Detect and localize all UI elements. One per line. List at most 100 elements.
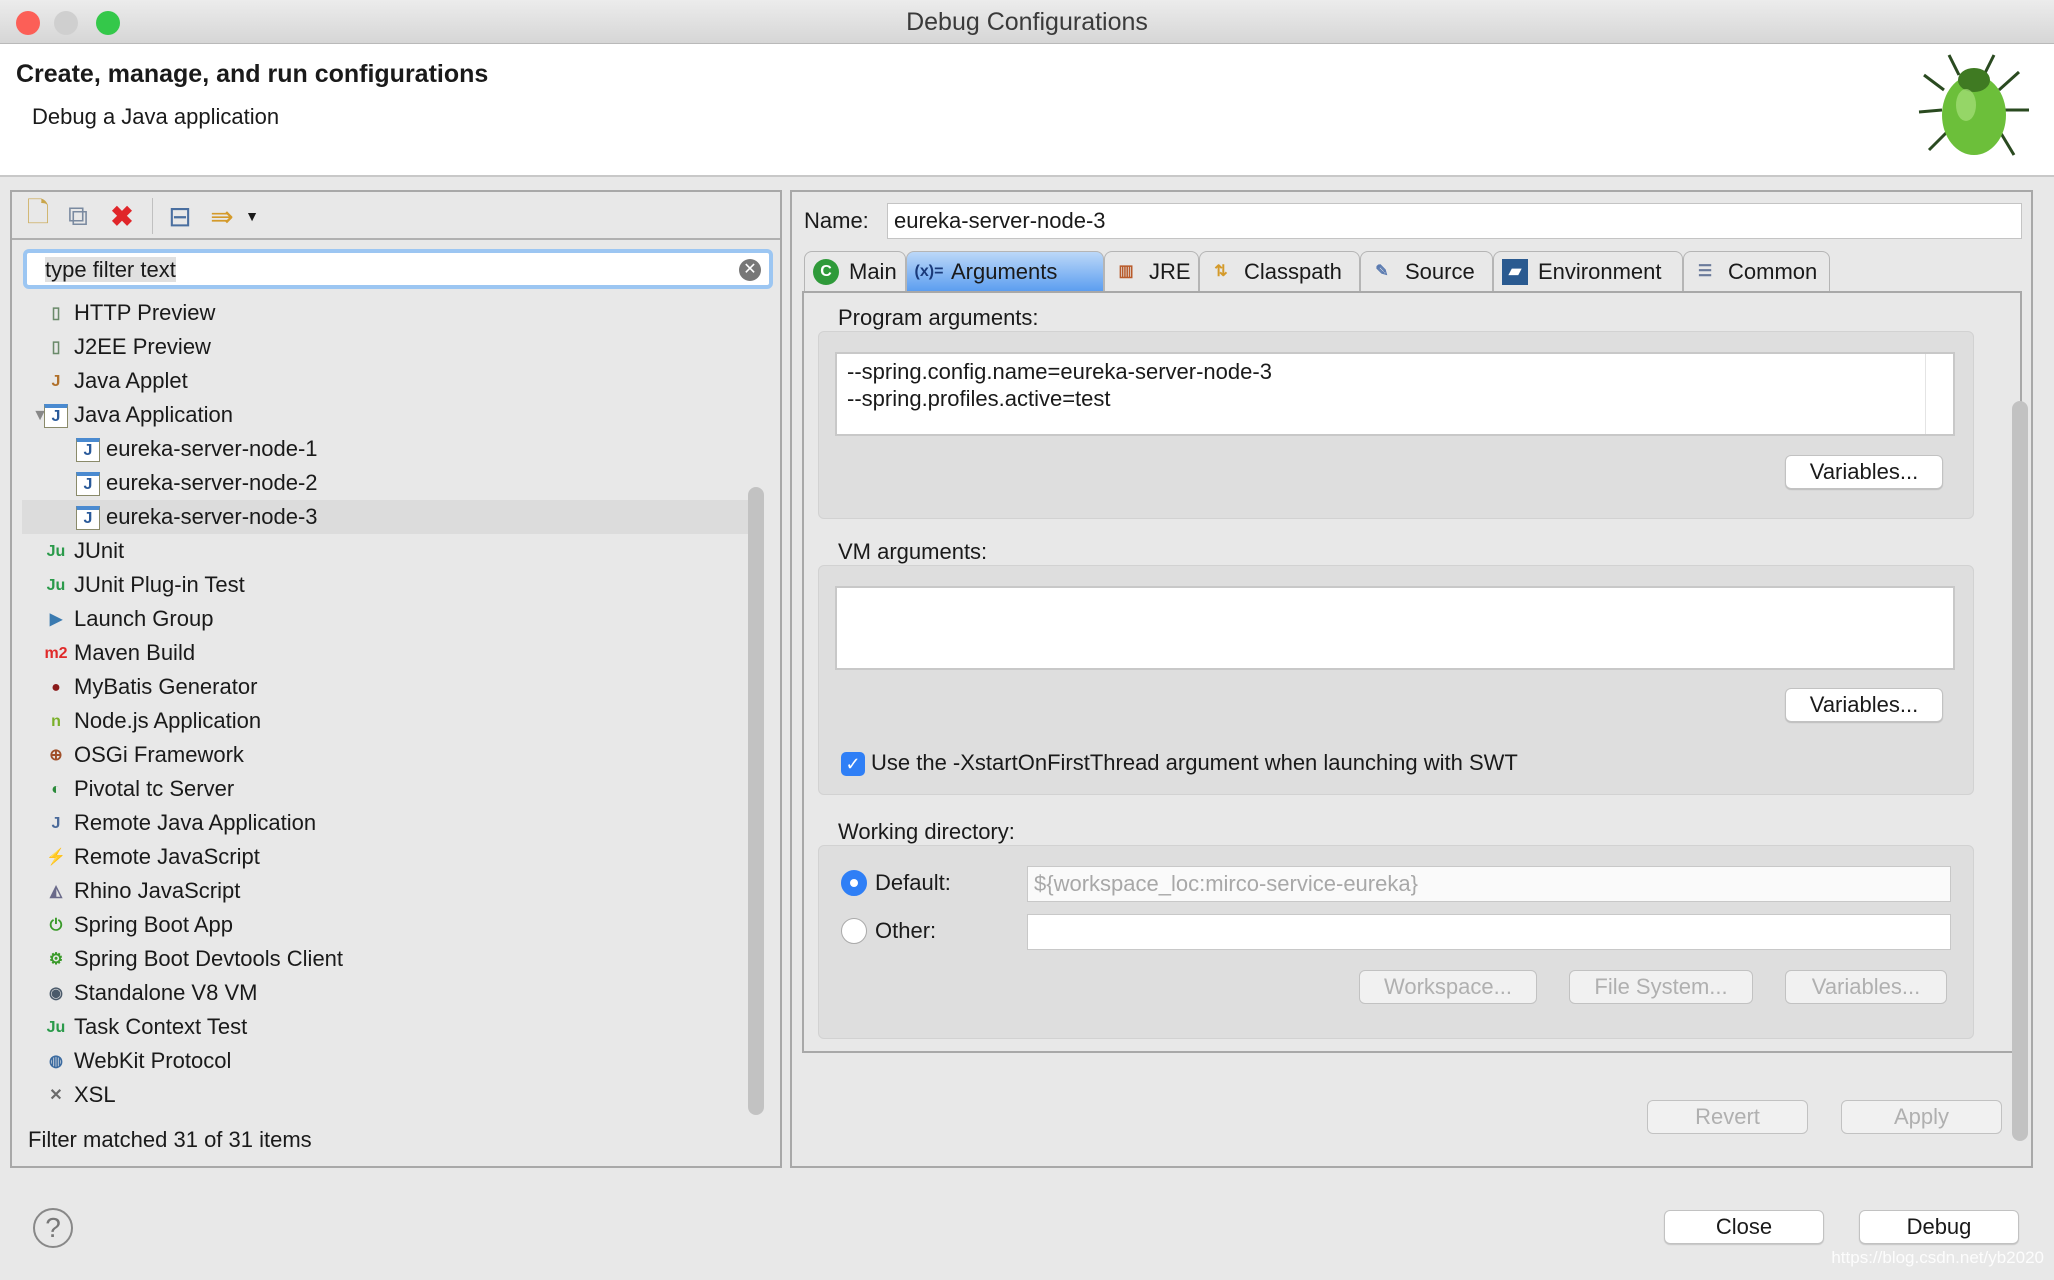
tree-item[interactable]: ▯ HTTP Preview (22, 296, 752, 330)
pivotal-icon: ◐ (51, 781, 61, 798)
filter-input[interactable]: type filter text ✕ (23, 249, 773, 289)
other-directory-input[interactable] (1027, 914, 1951, 950)
revert-button[interactable]: Revert (1647, 1100, 1808, 1134)
default-radio[interactable] (841, 870, 867, 896)
tab-jre[interactable]: ▥ JRE (1104, 251, 1199, 291)
tree-item-label: MyBatis Generator (74, 674, 258, 699)
tree-item-label: Java Application (74, 402, 233, 427)
tab-label: Environment (1538, 259, 1662, 284)
tree-item[interactable]: J Remote Java Application (22, 806, 752, 840)
tree-item-label: XSL (74, 1082, 116, 1107)
new-configuration-icon[interactable]: 🗋 (22, 197, 54, 232)
zoom-window-button[interactable] (96, 11, 120, 35)
tab-environment[interactable]: ▰ Environment (1493, 251, 1683, 291)
tree-item[interactable]: ⏻ Spring Boot App (22, 908, 752, 942)
other-radio[interactable] (841, 918, 867, 944)
tree-item[interactable]: ● MyBatis Generator (22, 670, 752, 704)
tree-item-label: Node.js Application (74, 708, 262, 733)
dialog-header: Create, manage, and run configurations D… (0, 44, 2054, 177)
program-variables-button[interactable]: Variables... (1785, 455, 1943, 489)
xstart-checkbox[interactable]: ✓ (841, 752, 865, 776)
program-arguments-textarea[interactable]: --spring.config.name=eureka-server-node-… (835, 352, 1955, 436)
tree-item-label: Launch Group (74, 606, 214, 631)
tree-item-label: eureka-server-node-2 (106, 470, 318, 495)
help-icon[interactable]: ? (33, 1208, 73, 1248)
tree-item[interactable]: ◭ Rhino JavaScript (22, 874, 752, 908)
content-scrollbar[interactable] (2012, 401, 2028, 1141)
workspace-button[interactable]: Workspace... (1359, 970, 1537, 1004)
tab-common[interactable]: ☰ Common (1683, 251, 1830, 291)
name-label: Name: (804, 208, 869, 233)
program-argument-line: --spring.config.name=eureka-server-node-… (847, 359, 1272, 384)
tree-item[interactable]: Ju JUnit (22, 534, 752, 568)
tree-item-label: WebKit Protocol (74, 1048, 232, 1073)
main-icon: C (813, 259, 839, 285)
tree-item[interactable]: Jeureka-server-node-1 (22, 432, 752, 466)
minimize-window-button[interactable] (54, 11, 78, 35)
tree-item[interactable]: ◉ Standalone V8 VM (22, 976, 752, 1010)
java-app-icon: J (76, 472, 100, 496)
tree-item-label: Standalone V8 VM (74, 980, 258, 1005)
program-arguments-label: Program arguments: (838, 305, 1039, 330)
tree-item[interactable]: ▼ J Java Application (22, 398, 752, 432)
tab-label: Arguments (951, 259, 1058, 284)
tab-main[interactable]: C Main (804, 251, 906, 291)
tree-item-label: eureka-server-node-1 (106, 436, 318, 461)
vm-variables-button[interactable]: Variables... (1785, 688, 1943, 722)
list-toolbar: 🗋 ⧉ ✖ ⊟ ⇛ ▼ (12, 192, 780, 240)
vm-arguments-label: VM arguments: (838, 539, 988, 564)
toolbar-divider (152, 198, 153, 234)
working-directory-label: Working directory: (838, 819, 1015, 844)
tree-item[interactable]: ◍ WebKit Protocol (22, 1044, 752, 1078)
tab-label: JRE (1149, 259, 1191, 284)
apply-button[interactable]: Apply (1841, 1100, 2002, 1134)
duplicate-icon[interactable]: ⧉ (62, 200, 94, 232)
tree-item[interactable]: Jeureka-server-node-2 (22, 466, 752, 500)
tree-item[interactable]: ▯ J2EE Preview (22, 330, 752, 364)
tab-label: Classpath (1244, 259, 1342, 284)
launch-group-icon: ▶ (49, 611, 63, 628)
tab-arguments[interactable]: (x)= Arguments (906, 251, 1104, 291)
filter-icon[interactable]: ⇛ (206, 200, 238, 232)
tree-scrollbar[interactable] (748, 487, 764, 1115)
file-system-button[interactable]: File System... (1569, 970, 1753, 1004)
tab-classpath[interactable]: ⇅ Classpath (1199, 251, 1360, 291)
spring-boot-icon: ⏻ (49, 917, 63, 934)
tree-item[interactable]: ⊕ OSGi Framework (22, 738, 752, 772)
filter-dropdown-chevron-icon[interactable]: ▼ (236, 200, 268, 232)
tree-item-label: Spring Boot App (74, 912, 234, 937)
collapse-all-icon[interactable]: ⊟ (164, 200, 196, 232)
debug-button[interactable]: Debug (1859, 1210, 2019, 1244)
tree-item[interactable]: J Java Applet (22, 364, 752, 398)
classpath-icon: ⇅ (1214, 263, 1228, 280)
program-arguments-group: --spring.config.name=eureka-server-node-… (818, 331, 1974, 519)
close-button[interactable]: Close (1664, 1210, 1824, 1244)
program-argument-line: --spring.profiles.active=test (847, 386, 1111, 411)
filter-status: Filter matched 31 of 31 items (28, 1127, 312, 1152)
tree-item[interactable]: Jeureka-server-node-3 (22, 500, 752, 534)
tree-item[interactable]: m2 Maven Build (22, 636, 752, 670)
configuration-editor-panel: Name: eureka-server-node-3 C Main (x)= Arg… (790, 190, 2033, 1168)
tree-item[interactable]: n Node.js Application (22, 704, 752, 738)
tree-item[interactable]: ▶ Launch Group (22, 602, 752, 636)
tree-item[interactable]: ✕ XSL (22, 1078, 752, 1112)
clear-filter-icon[interactable]: ✕ (739, 259, 761, 281)
tree-item[interactable]: ⚙ Spring Boot Devtools Client (22, 942, 752, 976)
name-input[interactable]: eureka-server-node-3 (887, 203, 2022, 239)
close-window-button[interactable] (16, 11, 40, 35)
tree-item-label: Remote JavaScript (74, 844, 260, 869)
title-bar: Debug Configurations (0, 0, 2054, 44)
delete-icon[interactable]: ✖ (106, 200, 138, 232)
workdir-variables-button[interactable]: Variables... (1785, 970, 1947, 1004)
other-label: Other: (875, 918, 937, 943)
default-directory-input: ${workspace_loc:mirco-service-eureka} (1027, 866, 1951, 902)
vm-arguments-textarea[interactable] (835, 586, 1955, 670)
textarea-scrollbar[interactable] (1925, 354, 1953, 434)
server-icon: ▯ (51, 305, 61, 322)
tree-item[interactable]: Ju Task Context Test (22, 1010, 752, 1044)
tab-label: Main (849, 259, 897, 284)
tree-item[interactable]: Ju JUnit Plug-in Test (22, 568, 752, 602)
tree-item[interactable]: ◐ Pivotal tc Server (22, 772, 752, 806)
tree-item[interactable]: ⚡ Remote JavaScript (22, 840, 752, 874)
tab-source[interactable]: ✎ Source (1360, 251, 1493, 291)
